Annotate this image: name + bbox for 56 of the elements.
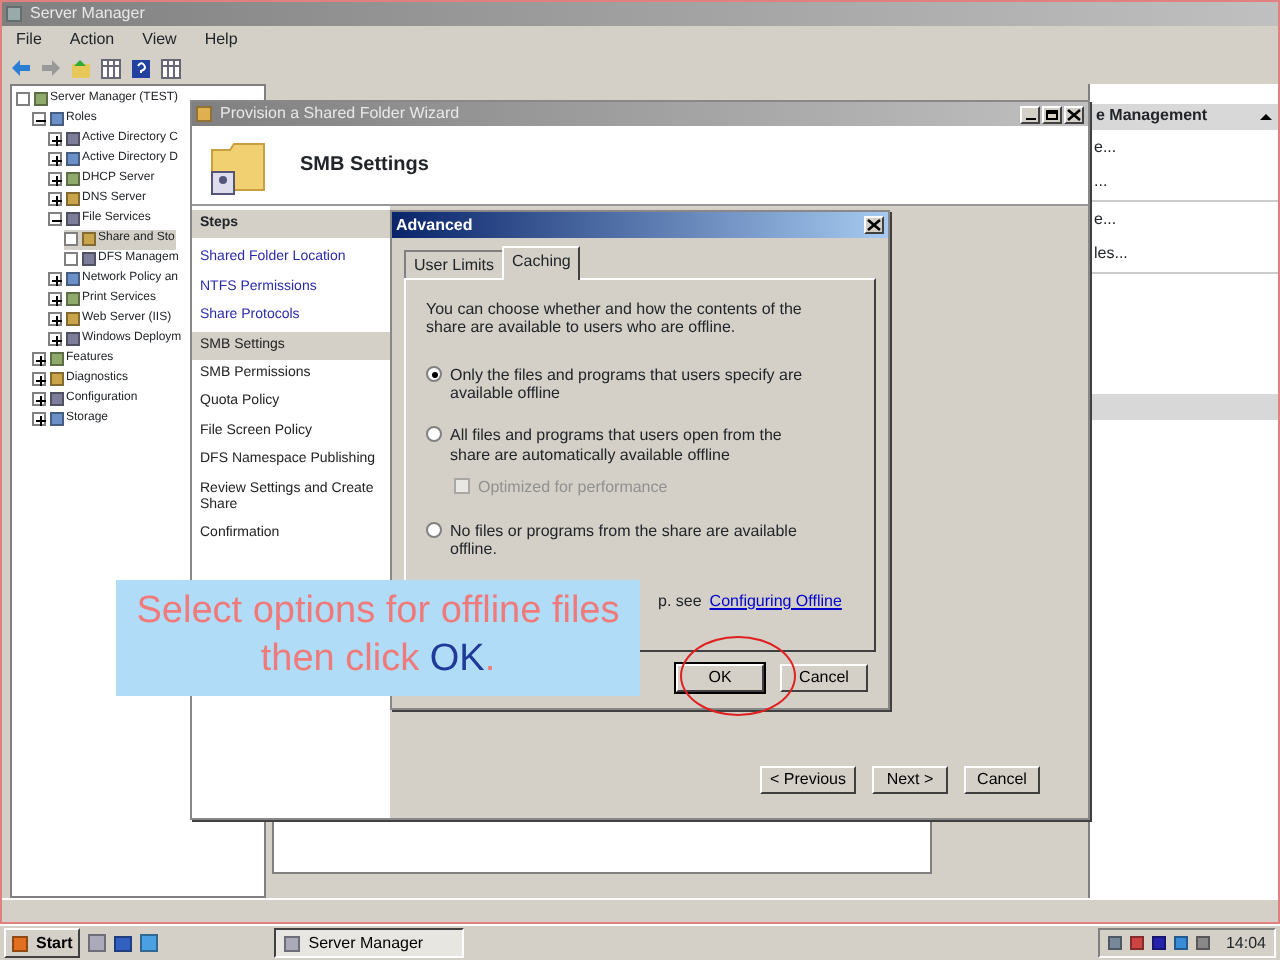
expand-icon[interactable]: [48, 312, 62, 327]
expand-icon[interactable]: [48, 172, 62, 187]
expand-icon[interactable]: [48, 152, 62, 167]
radio-label: All files and programs that users open from the share are automatically available offline: [450, 425, 784, 465]
radio-button[interactable]: [426, 365, 442, 382]
expand-icon[interactable]: [32, 412, 46, 427]
taskbar-button[interactable]: Server Manager: [274, 928, 465, 958]
help-text: p. see: [658, 591, 702, 611]
clock: 14:04: [1225, 933, 1266, 953]
collapse-icon[interactable]: [32, 112, 46, 127]
expand-icon[interactable]: [32, 392, 46, 407]
menu-item[interactable]: View: [128, 26, 191, 54]
expand-icon[interactable]: [48, 292, 62, 307]
wizard-button[interactable]: Next >: [872, 766, 948, 794]
help-link[interactable]: Configuring Offline: [709, 591, 842, 611]
minimize-button[interactable]: [1020, 105, 1040, 123]
menu-item[interactable]: File: [2, 26, 56, 54]
checkbox-label: Optimized for performance: [478, 478, 670, 498]
expand-icon[interactable]: [32, 352, 46, 367]
table-icon[interactable]: [160, 57, 182, 80]
description-text: You can choose whether and how the contents of the share are available to users who are offline.: [426, 299, 804, 338]
callout-text: Select options for offline files then click OK.: [116, 580, 640, 696]
maximize-button[interactable]: [1042, 105, 1062, 123]
dialog-title: Advanced: [396, 215, 473, 235]
wizard-button[interactable]: < Previous: [759, 766, 856, 794]
cancel-button[interactable]: Cancel: [780, 664, 868, 692]
menu-item[interactable]: Help: [190, 26, 252, 54]
tab[interactable]: User Limits: [404, 250, 505, 280]
wizard-button[interactable]: Cancel: [964, 766, 1040, 794]
collapse-icon[interactable]: [48, 212, 62, 227]
section-header[interactable]: e Management: [1090, 103, 1278, 130]
ok-button[interactable]: OK: [676, 664, 764, 692]
radio-label: No files or programs from the share are available offline.: [450, 521, 799, 560]
expand-icon[interactable]: [48, 132, 62, 147]
action-link[interactable]: e...: [1090, 129, 1278, 165]
expand-icon[interactable]: [32, 372, 46, 387]
highlight-ellipse: [680, 636, 796, 716]
start-button[interactable]: Start: [4, 928, 81, 958]
expand-icon[interactable]: [48, 192, 62, 207]
menu-item[interactable]: Action: [55, 26, 129, 54]
window-title: Server Manager: [30, 4, 145, 24]
radio-button[interactable]: [426, 425, 442, 442]
help-icon[interactable]: [130, 57, 152, 80]
action-link[interactable]: e...: [1090, 201, 1278, 237]
tab[interactable]: Caching: [502, 246, 581, 280]
collapse-arrow-icon[interactable]: [1260, 113, 1272, 120]
radio-label: Only the files and programs that users specify are available offline: [450, 365, 805, 404]
page-title: SMB Settings: [300, 153, 429, 177]
close-button[interactable]: [1064, 105, 1084, 123]
expand-icon[interactable]: [48, 272, 62, 287]
window-title: Provision a Shared Folder Wizard: [220, 104, 460, 124]
expand-icon[interactable]: [48, 332, 62, 347]
table-icon[interactable]: [100, 57, 122, 80]
close-button[interactable]: [864, 216, 884, 234]
back-arrow-icon[interactable]: [10, 57, 32, 80]
radio-button[interactable]: [426, 521, 442, 538]
